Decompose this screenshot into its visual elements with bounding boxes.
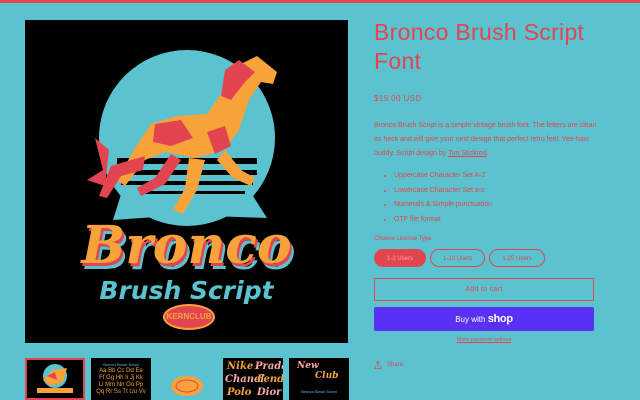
product-info: Bronco Brush Script Font $15.00 USD Bron…	[374, 18, 604, 369]
thumbnail-5[interactable]: New Club Bronco Brush Script	[289, 358, 349, 400]
add-to-cart-button[interactable]: Add to cart	[374, 278, 594, 301]
kernclub-logo: KERNCLUB	[163, 304, 215, 330]
license-options: 1-2 Users 1-10 Users 1-25 Users	[374, 249, 604, 267]
thumbnail-2[interactable]: Bronco Brush Script Aa Bb Cc Dd Ee Ff Gg…	[91, 358, 151, 400]
product-title: Bronco Brush Script Font	[374, 19, 585, 74]
horse-thumbnail-art	[37, 364, 73, 393]
feature-item: Numerals & Simple punctuation	[394, 198, 604, 213]
designer-link[interactable]: Tim Stickrod	[448, 150, 487, 157]
badge-thumbnail-art	[171, 376, 203, 396]
license-option-1-2-users[interactable]: 1-2 Users	[374, 249, 427, 267]
shop-logo: shop	[487, 313, 513, 325]
feature-item: Lowercase Character Set a-z	[394, 184, 604, 199]
license-option-1-10-users[interactable]: 1-10 Users	[430, 249, 486, 267]
artwork-title: Bronco	[81, 215, 292, 276]
artwork-subtitle: Brush Script	[99, 276, 274, 305]
feature-item: Uppercase Character Set A-Z	[394, 169, 604, 184]
product-price: $15.00 USD	[374, 94, 422, 103]
share-button[interactable]: Share	[374, 361, 604, 369]
more-payment-options-link[interactable]: More payment options	[374, 337, 594, 343]
thumbnail-1[interactable]	[25, 358, 85, 400]
feature-list: Uppercase Character Set A-Z Lowercase Ch…	[384, 169, 604, 227]
thumbnail-4[interactable]: Nike Prada Chanel Fendi Polo Dior	[223, 358, 283, 400]
share-icon	[374, 361, 382, 369]
announcement-bar	[0, 0, 640, 3]
thumbnail-3[interactable]	[157, 358, 217, 400]
feature-item: OTF file format	[394, 213, 604, 228]
product-description: Bronco Brush Script is a simple vintage …	[374, 122, 597, 157]
license-option-1-25-users[interactable]: 1-25 Users	[489, 249, 545, 267]
license-type-label: Choose License Type	[374, 236, 432, 242]
buy-with-shop-button[interactable]: Buy with shop	[374, 307, 594, 331]
product-main-image[interactable]: Bronco Brush Script KERNCLUB	[25, 20, 348, 343]
